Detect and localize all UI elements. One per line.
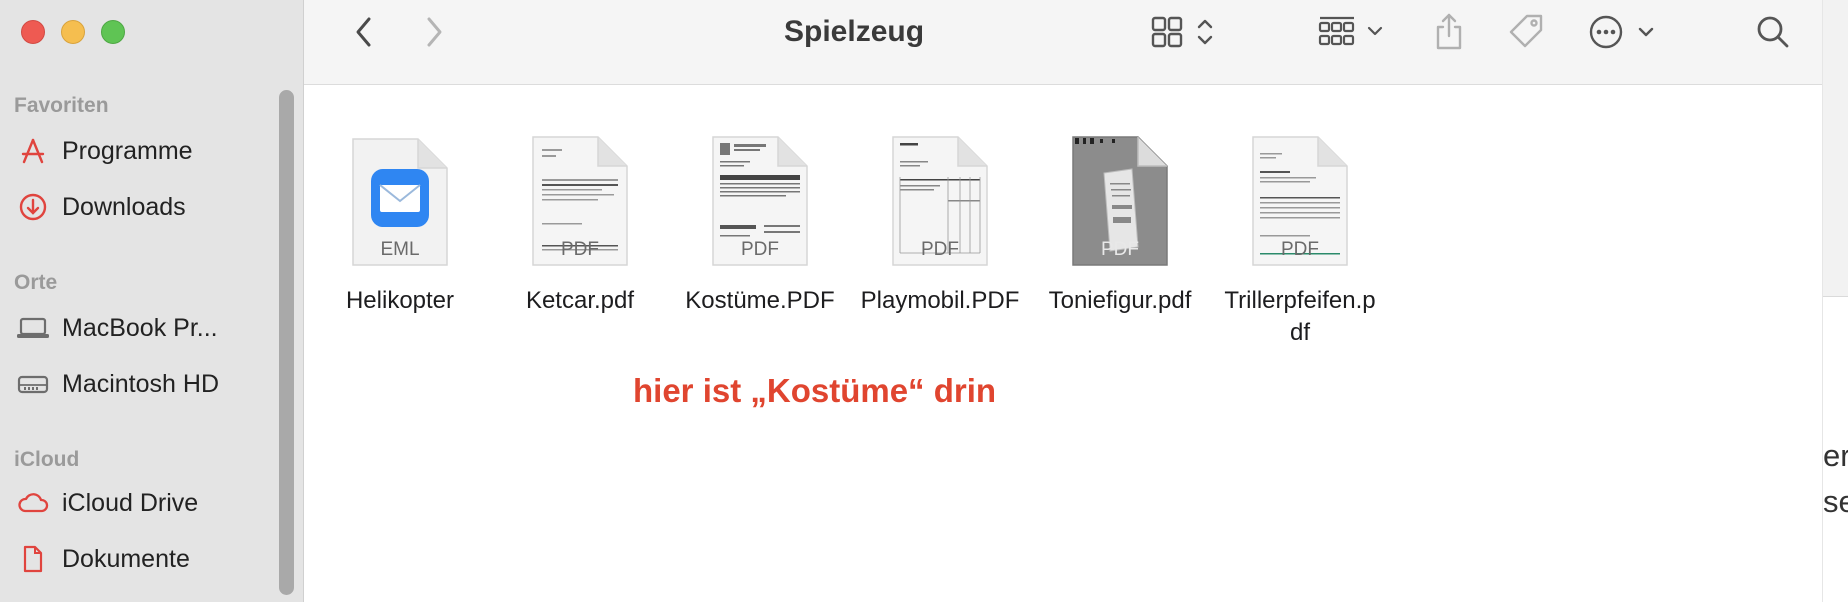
- zoom-window-button[interactable]: [101, 20, 125, 44]
- pdf-document-icon: PDF: [892, 135, 988, 267]
- close-window-button[interactable]: [21, 20, 45, 44]
- back-icon[interactable]: [344, 12, 384, 52]
- mail-document-icon: EML: [352, 135, 448, 267]
- search-icon[interactable]: [1748, 12, 1798, 52]
- file-name: Trillerpfeifen.p df: [1224, 287, 1376, 346]
- file-kind-label: PDF: [741, 239, 779, 260]
- tag-icon[interactable]: [1502, 12, 1552, 52]
- sidebar-scrollbar[interactable]: [279, 90, 294, 595]
- sidebar-section-icloud: iCloud: [14, 448, 80, 471]
- more-icon[interactable]: [1586, 12, 1666, 52]
- file-name: Playmobil.PDF: [860, 287, 1020, 314]
- sidebar-section-orte: Orte: [14, 271, 58, 294]
- file-kind-label: PDF: [1281, 239, 1319, 260]
- file-item-toniefigur[interactable]: PDF Toniefigur.pdf: [1035, 135, 1205, 317]
- background-window-panel: [1823, 0, 1848, 297]
- file-item-kostueme[interactable]: PDF Kostüme.PDF: [675, 135, 845, 317]
- sidebar-item-label: Macintosh HD: [62, 369, 219, 398]
- file-item-helikopter[interactable]: EML Helikopter: [315, 135, 485, 317]
- sidebar-item-programme[interactable]: Programme: [0, 129, 280, 173]
- sidebar-item-label: Programme: [62, 136, 193, 165]
- sidebar: Favoriten Programme Downloads Orte MacBo…: [0, 0, 304, 602]
- file-item-trillerpfeifen[interactable]: PDF Trillerpfeifen.p df: [1215, 135, 1385, 349]
- file-kind-label: EML: [380, 239, 420, 260]
- document-icon: [16, 542, 50, 576]
- sidebar-item-label: iCloud Drive: [62, 488, 199, 517]
- background-window-edge: er se: [1822, 0, 1848, 602]
- file-area: EML Helikopter PDF Ketcar.pdf PDF Kostüm…: [304, 85, 1822, 602]
- cloud-icon: [16, 486, 50, 520]
- sidebar-item-label: Downloads: [62, 192, 186, 221]
- file-name: Ketcar.pdf: [525, 287, 635, 314]
- file-kind-label: PDF: [921, 239, 959, 260]
- sidebar-item-icloud-drive[interactable]: iCloud Drive: [0, 481, 280, 525]
- background-text-fragment: er: [1823, 438, 1848, 473]
- sidebar-item-dokumente[interactable]: Dokumente: [0, 537, 280, 581]
- pdf-document-icon: PDF: [532, 135, 628, 267]
- download-circle-icon: [16, 190, 50, 224]
- sidebar-item-macbook[interactable]: MacBook Pr...: [0, 306, 280, 350]
- file-name: Kostüme.PDF: [685, 287, 835, 314]
- file-name: Helikopter: [345, 287, 455, 314]
- icon-view-icon[interactable]: [1149, 12, 1225, 52]
- laptop-icon: [16, 311, 50, 345]
- pdf-document-icon: PDF: [1072, 135, 1168, 267]
- sidebar-item-downloads[interactable]: Downloads: [0, 185, 280, 229]
- background-text-fragment: se: [1823, 484, 1848, 519]
- sidebar-item-label: MacBook Pr...: [62, 313, 218, 342]
- file-name: Toniefigur.pdf: [1048, 287, 1192, 314]
- forward-icon[interactable]: [414, 12, 454, 52]
- pdf-document-icon: PDF: [1252, 135, 1348, 267]
- sidebar-item-macintosh-hd[interactable]: Macintosh HD: [0, 362, 280, 406]
- group-icon[interactable]: [1314, 12, 1390, 52]
- file-kind-label: PDF: [1101, 239, 1139, 260]
- hard-drive-icon: [16, 367, 50, 401]
- toolbar: Spielzeug: [304, 0, 1822, 85]
- share-icon[interactable]: [1424, 12, 1474, 52]
- minimize-window-button[interactable]: [61, 20, 85, 44]
- apps-icon: [16, 134, 50, 168]
- annotation-text: hier ist „Kostüme“ drin: [633, 372, 997, 409]
- file-item-playmobil[interactable]: PDF Playmobil.PDF: [855, 135, 1025, 317]
- sidebar-item-label: Dokumente: [62, 544, 190, 573]
- file-item-ketcar[interactable]: PDF Ketcar.pdf: [495, 135, 665, 317]
- pdf-document-icon: PDF: [712, 135, 808, 267]
- file-kind-label: PDF: [561, 239, 599, 260]
- sidebar-section-favoriten: Favoriten: [14, 94, 109, 117]
- window-title: Spielzeug: [784, 15, 925, 48]
